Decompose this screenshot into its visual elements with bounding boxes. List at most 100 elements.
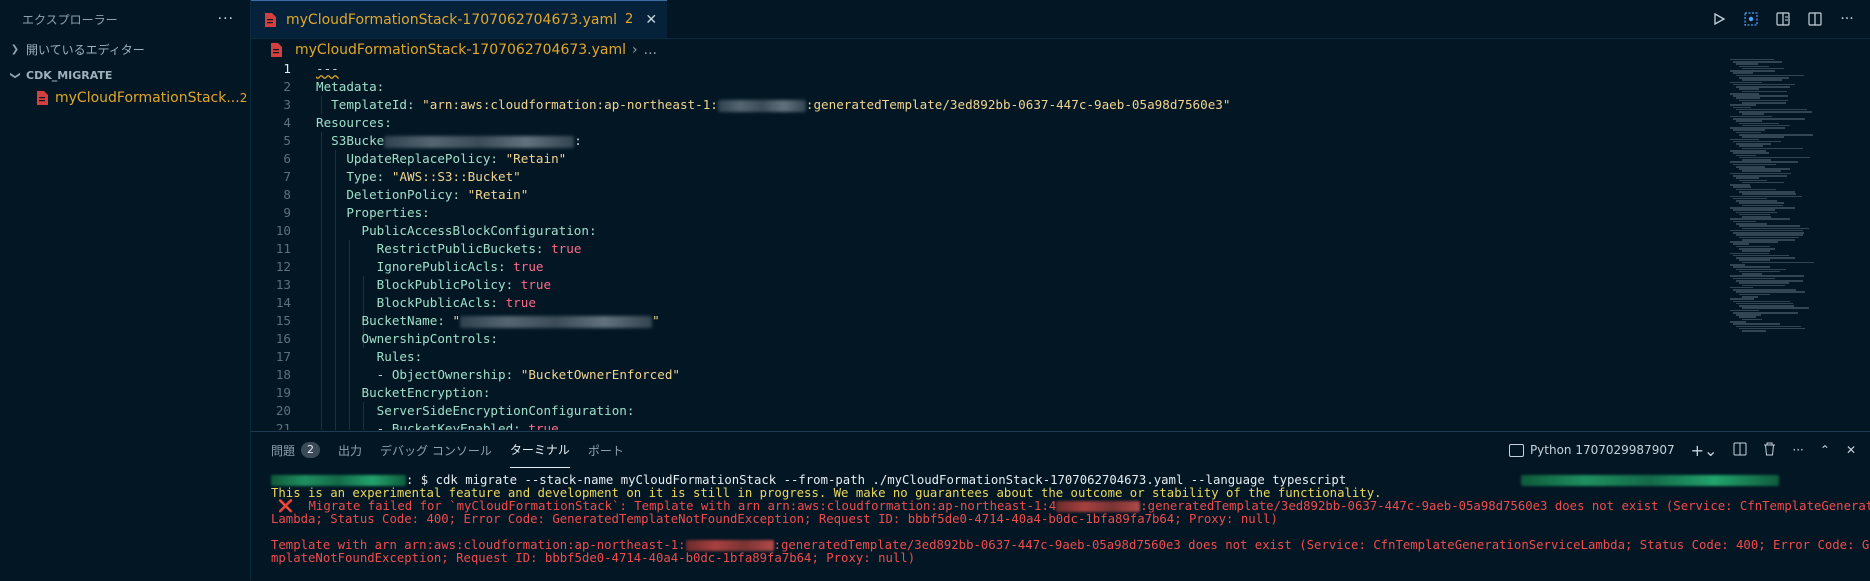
- tab-ports[interactable]: ポート: [588, 432, 624, 468]
- code-key: S3Bucke: [331, 133, 385, 148]
- tab-debug-console[interactable]: デバッグ コンソール: [380, 432, 492, 468]
- line-number: 20: [275, 403, 291, 418]
- redacted-account-id: [685, 540, 774, 551]
- line-number: 6: [283, 151, 291, 166]
- code-line: 14 BlockPublicAcls: true: [251, 294, 1751, 312]
- code-line: 4 Resources:: [251, 114, 1751, 132]
- tab-problems-label: 問題: [271, 443, 296, 458]
- code-line: 6 UpdateReplacePolicy: "Retain": [251, 150, 1751, 168]
- terminal-error: Template with arn arn:aws:cloudformation…: [271, 538, 686, 552]
- tab-problem-badge: 2: [625, 12, 634, 27]
- minimap-line: [1742, 261, 1815, 264]
- code-text: ---: [316, 61, 339, 76]
- line-number: 4: [283, 115, 291, 130]
- close-icon[interactable]: ✕: [645, 12, 657, 28]
- code-key: TemplateId:: [331, 97, 415, 112]
- more-actions-icon[interactable]: ···: [218, 11, 234, 27]
- more-actions-icon[interactable]: ···: [1838, 10, 1856, 28]
- editor-tabbar: myCloudFormationStack-1707062704673.yaml…: [251, 0, 1870, 39]
- chevron-right-icon: ›: [632, 42, 638, 58]
- code-key: OwnershipControls:: [361, 331, 498, 346]
- split-editor-icon[interactable]: [1806, 10, 1824, 28]
- code-bool: true: [505, 295, 536, 310]
- editor-area: myCloudFormationStack-1707062704673.yaml…: [251, 0, 1870, 430]
- trash-icon[interactable]: [1763, 442, 1776, 459]
- open-editors-section[interactable]: ❯ 開いているエディター: [0, 38, 250, 60]
- workspace-label: CDK_MIGRATE: [26, 68, 113, 82]
- code-key: BucketEncryption:: [361, 385, 491, 400]
- code-line: 5 S3Bucke:: [251, 132, 1751, 150]
- redacted-account-id: [1056, 501, 1141, 512]
- code-key: DeletionPolicy:: [346, 187, 461, 202]
- code-editor[interactable]: 1 --- 2 Metadata: 3 TemplateId: "arn:aws:c…: [251, 60, 1751, 430]
- line-number: 1: [283, 61, 291, 76]
- code-key: BlockPublicAcls:: [376, 295, 498, 310]
- code-key: RestrictPublicBuckets:: [376, 241, 544, 256]
- run-icon[interactable]: [1710, 10, 1728, 28]
- close-icon[interactable]: ✕: [1846, 443, 1856, 457]
- code-punc: -: [376, 367, 392, 382]
- terminal-selector[interactable]: Python 1707029987907: [1508, 443, 1675, 457]
- redacted-prompt: [271, 475, 406, 486]
- tab-terminal[interactable]: ターミナル: [509, 432, 570, 468]
- line-number: 8: [283, 187, 291, 202]
- minimap-line: [1742, 330, 1766, 332]
- yaml-file-icon: [36, 91, 48, 105]
- chevron-right-icon: ❯: [10, 43, 20, 55]
- file-item-label: myCloudFormationStack...: [55, 90, 240, 106]
- terminal-error: :generatedTemplate/3ed892bb-0637-447c-9a…: [1140, 499, 1870, 513]
- line-number: 14: [275, 295, 291, 310]
- code-key: Type:: [346, 169, 385, 184]
- code-punc: -: [376, 421, 392, 430]
- line-number: 18: [275, 367, 291, 382]
- code-key: ObjectOwnership:: [391, 367, 514, 382]
- code-line: 8 DeletionPolicy: "Retain": [251, 186, 1751, 204]
- split-terminal-icon[interactable]: [1733, 442, 1747, 459]
- terminal-name: Python 1707029987907: [1529, 443, 1675, 457]
- code-line: 19 BucketEncryption:: [251, 384, 1751, 402]
- panel-tabbar: 問題 2 出力 デバッグ コンソール ターミナル ポート Python 1707…: [251, 432, 1870, 468]
- line-number: 2: [283, 79, 291, 94]
- compare-changes-icon[interactable]: [1742, 10, 1760, 28]
- minimap[interactable]: [1730, 58, 1830, 348]
- terminal-error: ❌ Migrate failed for `myCloudFormationSt…: [271, 499, 1057, 513]
- code-line: 21 - BucketKeyEnabled: true: [251, 420, 1751, 430]
- maximize-panel-icon[interactable]: ⌃: [1820, 443, 1830, 457]
- workspace-section[interactable]: ❯ CDK_MIGRATE: [0, 64, 250, 86]
- tab-problems[interactable]: 問題 2: [271, 432, 321, 468]
- code-line: 17 Rules:: [251, 348, 1751, 366]
- redacted-bucket-name: [460, 315, 653, 328]
- panel-actions: Python 1707029987907 +⌄ ··· ⌃ ✕: [1508, 432, 1856, 468]
- tab-yaml-file[interactable]: myCloudFormationStack-1707062704673.yaml…: [251, 0, 668, 38]
- code-key: Metadata:: [316, 79, 385, 94]
- code-bool: true: [513, 259, 544, 274]
- code-key: UpdateReplacePolicy:: [346, 151, 498, 166]
- redacted-resource-name: [384, 135, 575, 148]
- code-key: BlockPublicPolicy:: [376, 277, 514, 292]
- file-item-yaml[interactable]: myCloudFormationStack... 2: [0, 86, 250, 110]
- line-number: 9: [283, 205, 291, 220]
- open-preview-icon[interactable]: [1774, 10, 1792, 28]
- breadcrumb-file[interactable]: myCloudFormationStack-1707062704673.yaml: [295, 42, 626, 58]
- yaml-file-icon: [270, 43, 282, 57]
- redacted-account-id: [717, 99, 806, 112]
- line-number: 3: [283, 97, 291, 112]
- more-actions-icon[interactable]: ···: [1792, 443, 1803, 457]
- tab-ports-label: ポート: [587, 443, 624, 458]
- add-terminal-icon[interactable]: +⌄: [1691, 441, 1718, 460]
- explorer-header: エクスプローラー ···: [0, 0, 250, 38]
- code-string: "Retain": [467, 187, 529, 202]
- terminal-error: mplateNotFoundException; Request ID: bbb…: [271, 551, 916, 565]
- breadcrumb: myCloudFormationStack-1707062704673.yaml…: [251, 39, 1870, 61]
- tab-output[interactable]: 出力: [338, 432, 362, 468]
- breadcrumb-more[interactable]: ...: [644, 42, 657, 58]
- chevron-down-icon: ❯: [9, 70, 21, 80]
- code-key: BucketKeyEnabled:: [391, 421, 521, 430]
- code-key: BucketName:: [361, 313, 445, 328]
- code-line: 13 BlockPublicPolicy: true: [251, 276, 1751, 294]
- terminal-output[interactable]: : $ cdk migrate --stack-name myCloudForm…: [251, 468, 1870, 565]
- tab-output-label: 出力: [338, 443, 363, 458]
- terminal-error: :generatedTemplate/3ed892bb-0637-447c-9a…: [773, 538, 1870, 552]
- code-string: ": [652, 313, 660, 328]
- code-key: IgnorePublicAcls:: [376, 259, 506, 274]
